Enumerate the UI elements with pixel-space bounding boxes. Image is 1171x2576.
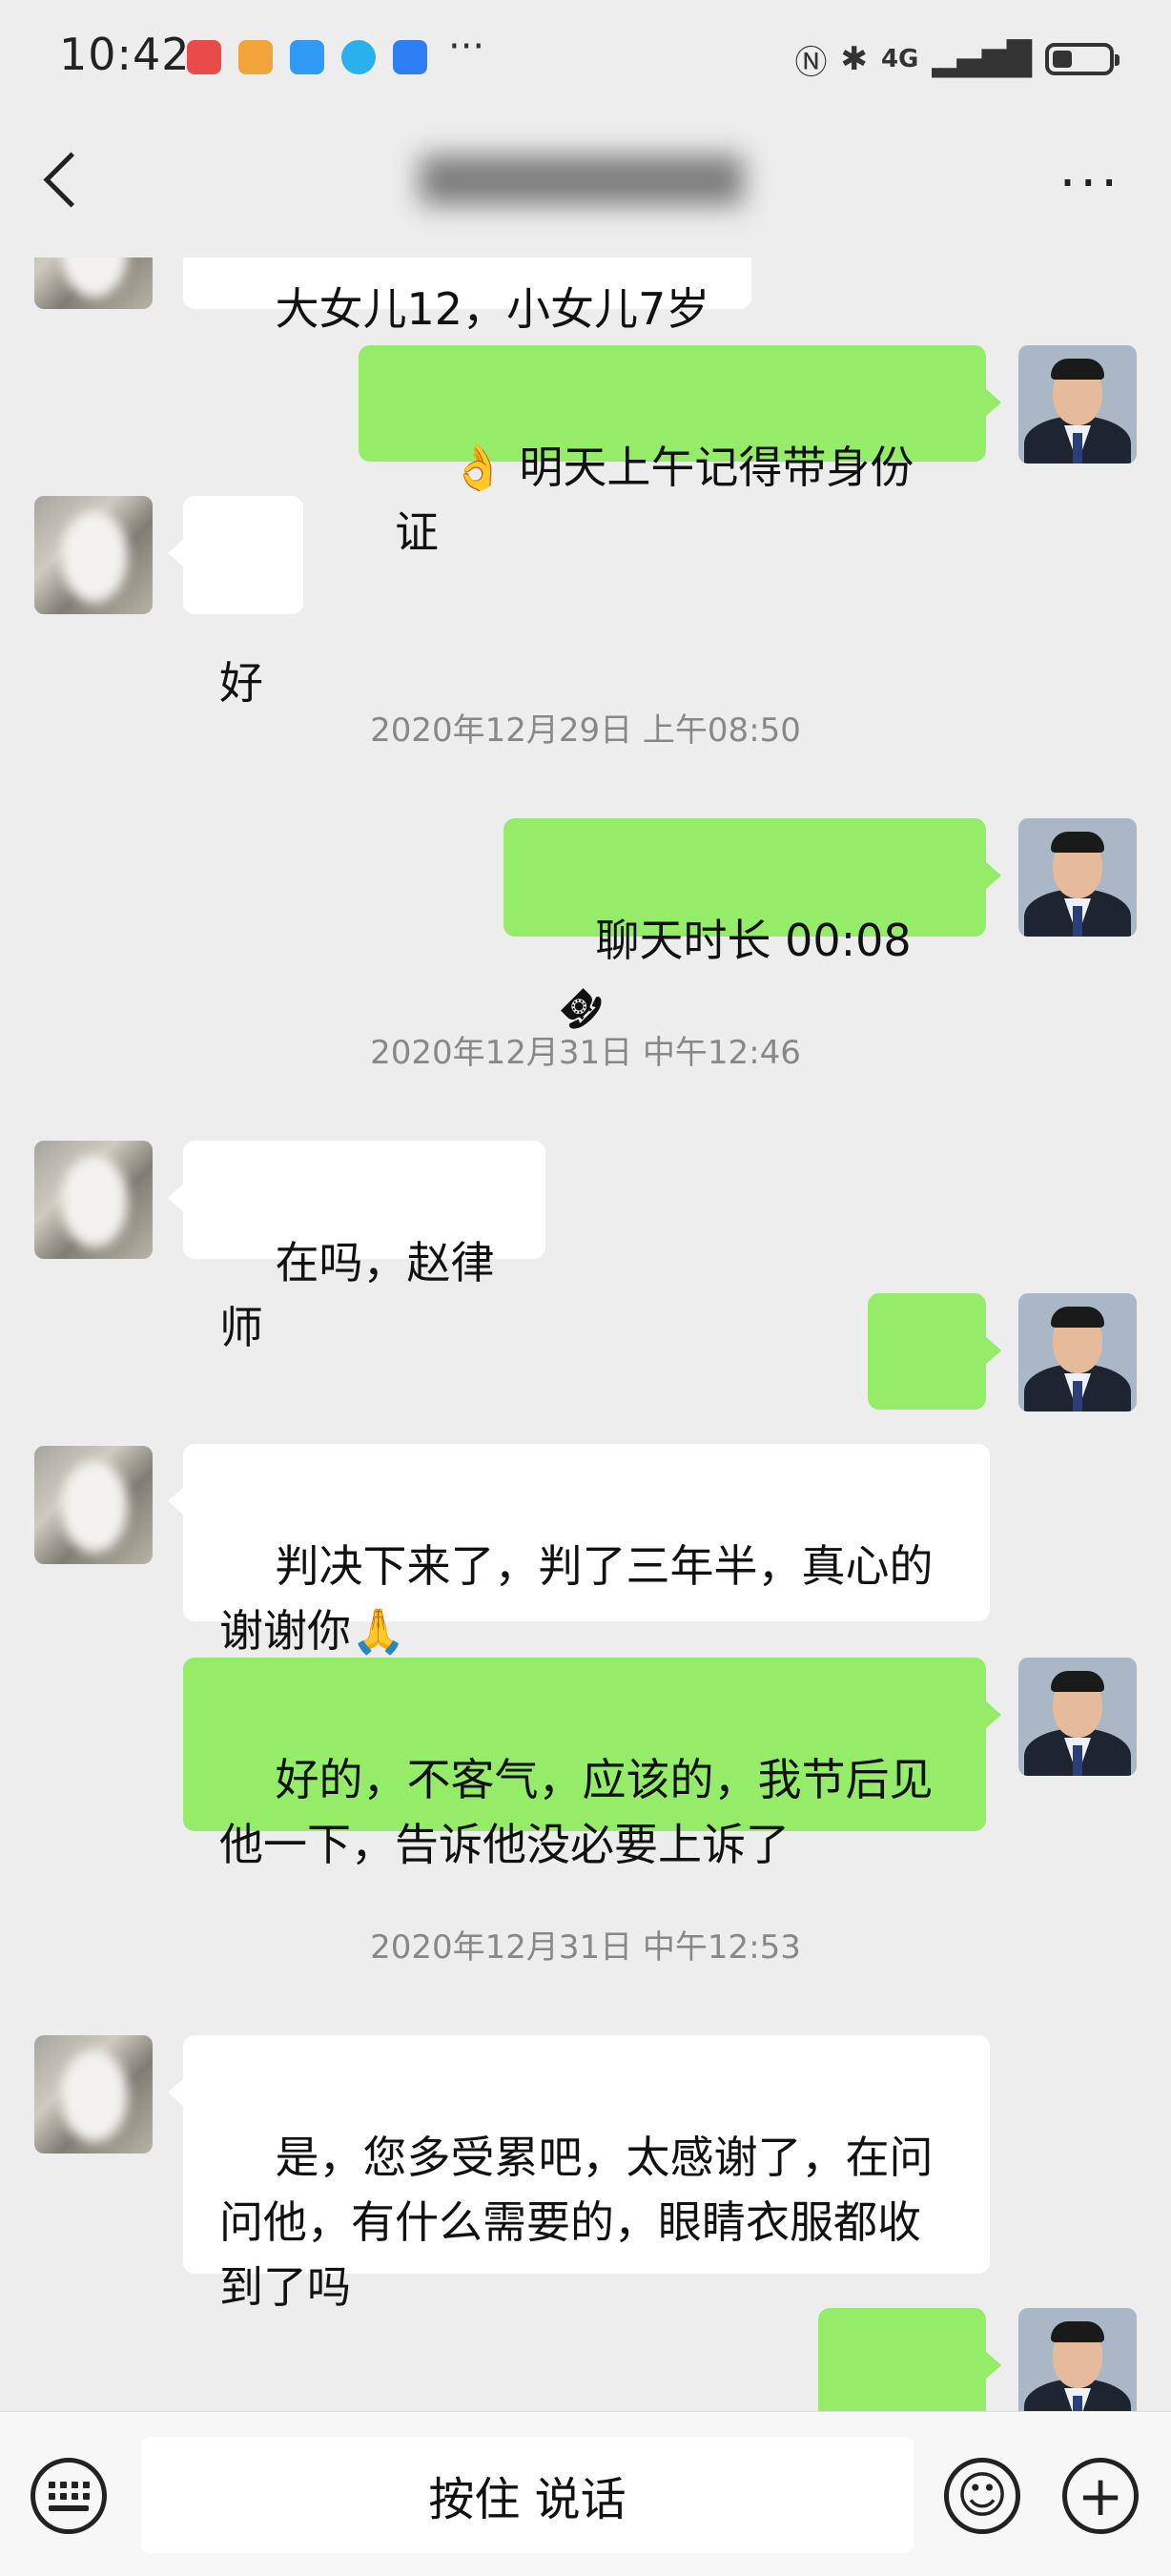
app-notification-icon [238,40,273,74]
lawyer-avatar[interactable] [1018,2308,1137,2411]
status-bar: 10:42 ··· Ⓝ ✱ 4G ▂▄▆█ [0,0,1171,114]
input-bar: 按住 说话 ☺ + [0,2411,1171,2576]
app-notification-icon [290,40,324,74]
message-text: 好的，不客气，应该的，我节后见他一下，告诉他没必要上诉了 [219,1754,934,1870]
battery-icon [1045,43,1120,75]
chat-title-redacted: ██████████ [420,156,744,205]
contact-avatar[interactable] [34,1141,153,1259]
lawyer-avatar[interactable] [1018,1658,1137,1776]
message-bubble-incoming[interactable]: 是，您多受累吧，太感谢了，在问问他，有什么需要的，眼睛衣服都收到了吗 [168,2035,990,2313]
message-list[interactable]: 大女儿12，小女儿7岁 👌 明天上午记得带身份证 好 2020年12月29日 上… [0,0,1171,2411]
app-notification-icon [393,40,427,74]
emoji-icon[interactable]: ☺ [944,2458,1020,2534]
message-bubble-outgoing[interactable]: 在 [868,1293,1001,1506]
contact-avatar[interactable] [34,496,153,614]
message-timestamp: 2020年12月29日 上午08:50 [370,711,801,750]
message-bubble-outgoing[interactable]: 👌 明天上午记得带身份证 [359,345,1001,558]
network-type: 4G [880,45,919,73]
lawyer-avatar[interactable] [1018,818,1137,937]
plus-icon[interactable]: + [1062,2458,1139,2534]
status-indicators: Ⓝ ✱ 4G ▂▄▆█ [794,38,1120,82]
lawyer-avatar[interactable] [1018,1293,1137,1412]
message-text: 是，您多受累吧，太感谢了，在问问他，有什么需要的，眼睛衣服都收到了吗 [219,2132,934,2313]
nfc-icon: Ⓝ [794,43,828,82]
contact-avatar[interactable] [34,1446,153,1564]
status-time: 10:42 [59,29,191,80]
lawyer-avatar[interactable] [1018,345,1137,464]
message-bubble-outgoing[interactable]: 好的，不客气，应该的，我节后见他一下，告诉他没必要上诉了 [183,1658,1001,1870]
ellipsis-icon[interactable]: ··· [1059,153,1121,215]
chevron-left-icon[interactable] [43,152,99,208]
message-bubble-outgoing[interactable]: 好的 [818,2308,1001,2411]
more-notifications-icon: ··· [448,25,485,69]
bluetooth-icon: ✱ [840,40,868,78]
message-bubble-incoming[interactable]: 判决下来了，判了三年半，真心的谢谢你🙏 [168,1444,990,1657]
hold-to-talk-button[interactable]: 按住 说话 [141,2437,914,2553]
message-text: 👌 明天上午记得带身份证 [395,442,914,558]
chat-header: ██████████ ··· [0,114,1171,258]
message-timestamp: 2020年12月31日 中午12:46 [370,1034,801,1072]
message-text: 在吗，赵律师 [219,1237,495,1353]
app-notification-icon [187,40,221,74]
app-notification-icon [341,40,376,74]
message-text: 判决下来了，判了三年半，真心的谢谢你🙏 [219,1540,934,1657]
contact-avatar[interactable] [34,2035,153,2154]
message-bubble-incoming[interactable]: 在吗，赵律师 [168,1141,545,1353]
keyboard-icon[interactable] [31,2458,107,2534]
signal-icon: ▂▄▆█ [932,40,1032,78]
call-record-bubble[interactable]: 聊天时长 00:08☎ [503,818,1001,1041]
message-bubble-incoming[interactable]: 好 [168,496,303,709]
message-text: 好 [219,657,263,709]
message-timestamp: 2020年12月31日 中午12:53 [370,1928,801,1967]
message-text: 大女儿12，小女儿7岁 [275,283,710,335]
message-text: 聊天时长 00:08 [595,915,912,966]
